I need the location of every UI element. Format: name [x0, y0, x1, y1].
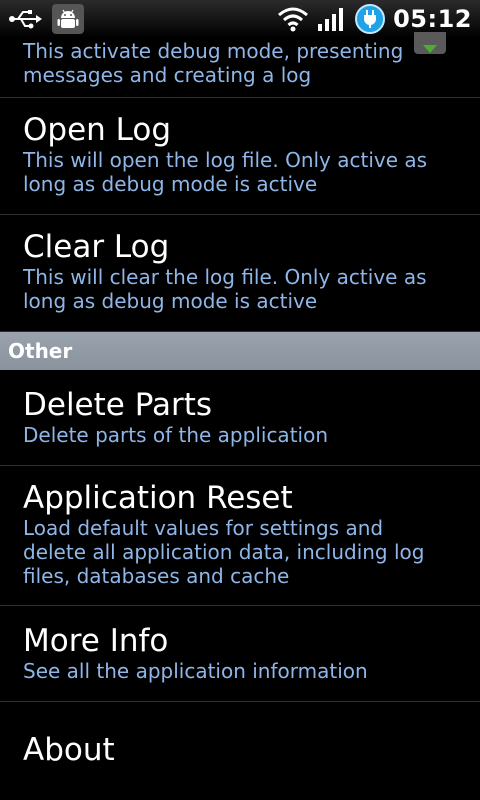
signal-icon [317, 6, 347, 32]
delete-parts-summary: Delete parts of the application [23, 423, 328, 447]
wifi-icon [277, 6, 309, 32]
android-debug-icon [52, 4, 84, 34]
clear-log-title: Clear Log [23, 229, 170, 265]
status-bar-right: 05:12 [277, 4, 472, 34]
application-reset-item[interactable]: Application Reset Load default values fo… [0, 466, 480, 606]
preference-list[interactable]: This activate debug mode, presenting mes… [0, 32, 480, 800]
open-log-item[interactable]: Open Log This will open the log file. On… [0, 98, 480, 215]
clear-log-summary: This will clear the log file. Only activ… [23, 265, 427, 313]
more-info-title: More Info [23, 623, 169, 659]
application-reset-title: Application Reset [23, 480, 293, 516]
application-reset-summary: Load default values for settings and del… [23, 516, 425, 588]
debug-mode-item[interactable]: This activate debug mode, presenting mes… [0, 32, 480, 98]
status-bar: 05:12 [0, 0, 480, 38]
delete-parts-title: Delete Parts [23, 387, 213, 423]
more-info-item[interactable]: More Info See all the application inform… [0, 606, 480, 702]
debug-mode-checkbox[interactable] [414, 32, 446, 54]
usb-icon [8, 8, 42, 30]
open-log-title: Open Log [23, 112, 172, 148]
section-header-other: Other [0, 332, 480, 370]
status-bar-left [8, 4, 84, 34]
check-icon [423, 45, 437, 53]
about-title: About [23, 732, 115, 768]
battery-charging-icon [355, 4, 386, 34]
status-time: 05:12 [393, 5, 472, 33]
delete-parts-item[interactable]: Delete Parts Delete parts of the applica… [0, 370, 480, 466]
open-log-summary: This will open the log file. Only active… [23, 148, 428, 196]
about-item[interactable]: About [0, 702, 480, 800]
more-info-summary: See all the application information [23, 659, 368, 683]
clear-log-item[interactable]: Clear Log This will clear the log file. … [0, 215, 480, 332]
screen: 05:12 This activate debug mode, presenti… [0, 0, 480, 800]
debug-mode-summary: This activate debug mode, presenting mes… [23, 39, 404, 87]
